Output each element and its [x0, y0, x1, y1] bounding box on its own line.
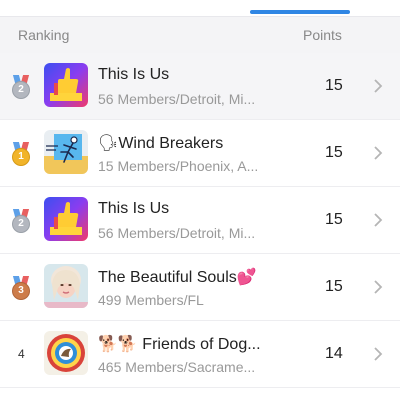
- dog-club-logo-avatar[interactable]: [44, 331, 88, 375]
- rank-number: 4: [18, 347, 25, 361]
- chevron-right-icon: [374, 79, 383, 93]
- points-column-label: Points: [303, 27, 342, 43]
- ranking-row[interactable]: 2 This Is Us 56 Members/Detroit, Mi... 1…: [0, 187, 400, 254]
- group-title: 🗣Wind Breakers: [98, 135, 224, 152]
- ranking-row[interactable]: 2 This Is Us 56 Members/Detroit, Mi... 1…: [0, 53, 400, 120]
- ranking-row[interactable]: 3 The Beautiful Souls💕 499 Members/FL 15: [0, 254, 400, 321]
- rank-number: 3: [12, 282, 30, 300]
- rank-medal: 2: [10, 75, 32, 99]
- rank-number: 2: [12, 81, 30, 99]
- group-points: 15: [325, 211, 343, 228]
- rank-medal: 1: [10, 142, 32, 166]
- group-subtitle: 56 Members/Detroit, Mi...: [98, 91, 256, 107]
- chevron-right-icon: [374, 280, 383, 294]
- silver-medal-icon: 2: [10, 209, 32, 233]
- chevron-right-icon: [374, 347, 383, 361]
- ranking-header: Ranking Points: [0, 16, 400, 53]
- group-title: This Is Us: [98, 200, 170, 217]
- rank-number: 2: [12, 215, 30, 233]
- rank-number: 1: [12, 148, 30, 166]
- group-points: 15: [325, 77, 343, 94]
- ranking-row[interactable]: 4 🐕🐕 Friends of Dog... 465 Members/Sacra…: [0, 321, 400, 388]
- ranking-row[interactable]: 1 🗣Wind Breakers 15 Members/Phoenix, A..…: [0, 120, 400, 187]
- group-points: 15: [325, 144, 343, 161]
- group-points: 15: [325, 278, 343, 295]
- rank-medal: 2: [10, 209, 32, 233]
- group-points: 14: [325, 345, 343, 362]
- group-subtitle: 15 Members/Phoenix, A...: [98, 158, 259, 174]
- chevron-right-icon: [374, 146, 383, 160]
- portrait-avatar[interactable]: [44, 264, 88, 308]
- active-tab-indicator: [250, 10, 350, 14]
- group-subtitle: 465 Members/Sacrame...: [98, 359, 256, 375]
- bronze-medal-icon: 3: [10, 276, 32, 300]
- chevron-right-icon: [374, 213, 383, 227]
- group-title: The Beautiful Souls💕: [98, 269, 257, 286]
- rank-plain: 4: [10, 343, 32, 365]
- ranking-column-label: Ranking: [18, 27, 70, 43]
- silver-medal-icon: 2: [10, 75, 32, 99]
- group-title: 🐕🐕 Friends of Dog...: [98, 336, 261, 353]
- thumbs-up-avatar[interactable]: [44, 63, 88, 107]
- group-subtitle: 56 Members/Detroit, Mi...: [98, 225, 256, 241]
- rank-medal: 3: [10, 276, 32, 300]
- runner-avatar[interactable]: [44, 130, 88, 174]
- ranking-list: 2 This Is Us 56 Members/Detroit, Mi... 1…: [0, 53, 400, 388]
- group-subtitle: 499 Members/FL: [98, 292, 204, 308]
- gold-medal-icon: 1: [10, 142, 32, 166]
- group-title: This Is Us: [98, 66, 170, 83]
- thumbs-up-avatar[interactable]: [44, 197, 88, 241]
